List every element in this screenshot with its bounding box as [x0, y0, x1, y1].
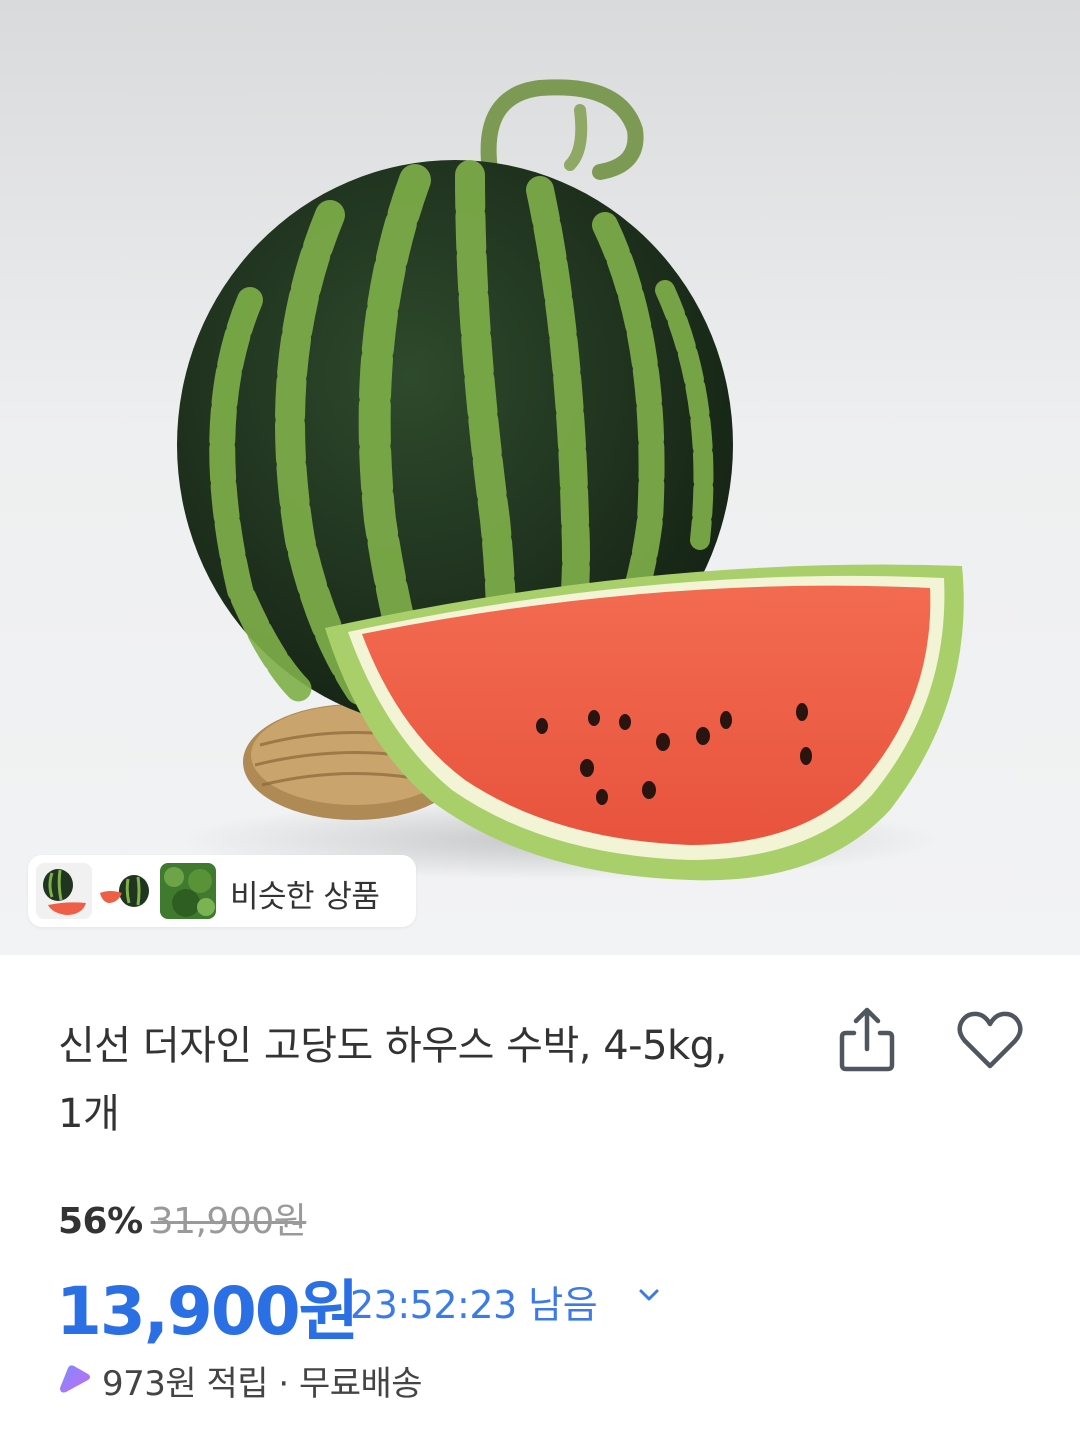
share-icon	[839, 1007, 895, 1072]
original-price: 31,900원	[150, 1201, 307, 1242]
similar-products-chip[interactable]: 비슷한 상품	[28, 855, 416, 927]
heart-icon	[957, 1011, 1023, 1069]
similar-thumbnail	[96, 863, 152, 919]
chevron-down-icon[interactable]	[638, 1288, 660, 1302]
product-title: 신선 더자인 고당도 하우스 수박, 4-5kg, 1개	[58, 1023, 727, 1137]
wishlist-button[interactable]	[955, 1010, 1025, 1070]
deal-timer[interactable]: 23:52:23 남음	[350, 1274, 598, 1329]
watermelon-image	[177, 79, 964, 881]
similar-thumbnail	[36, 863, 92, 919]
share-button[interactable]	[836, 1005, 898, 1075]
sale-price: 13,900원	[56, 1273, 359, 1350]
reward-text: 973원 적립 · 무료배송	[102, 1364, 423, 1404]
similar-thumbnail	[160, 863, 216, 919]
discount-row: 56% 31,900원	[58, 1192, 307, 1244]
reward-icon	[60, 1365, 90, 1393]
similar-products-label: 비슷한 상품	[230, 879, 380, 915]
discount-rate: 56%	[58, 1201, 143, 1242]
product-image[interactable]: 비슷한 상품	[0, 0, 1080, 955]
